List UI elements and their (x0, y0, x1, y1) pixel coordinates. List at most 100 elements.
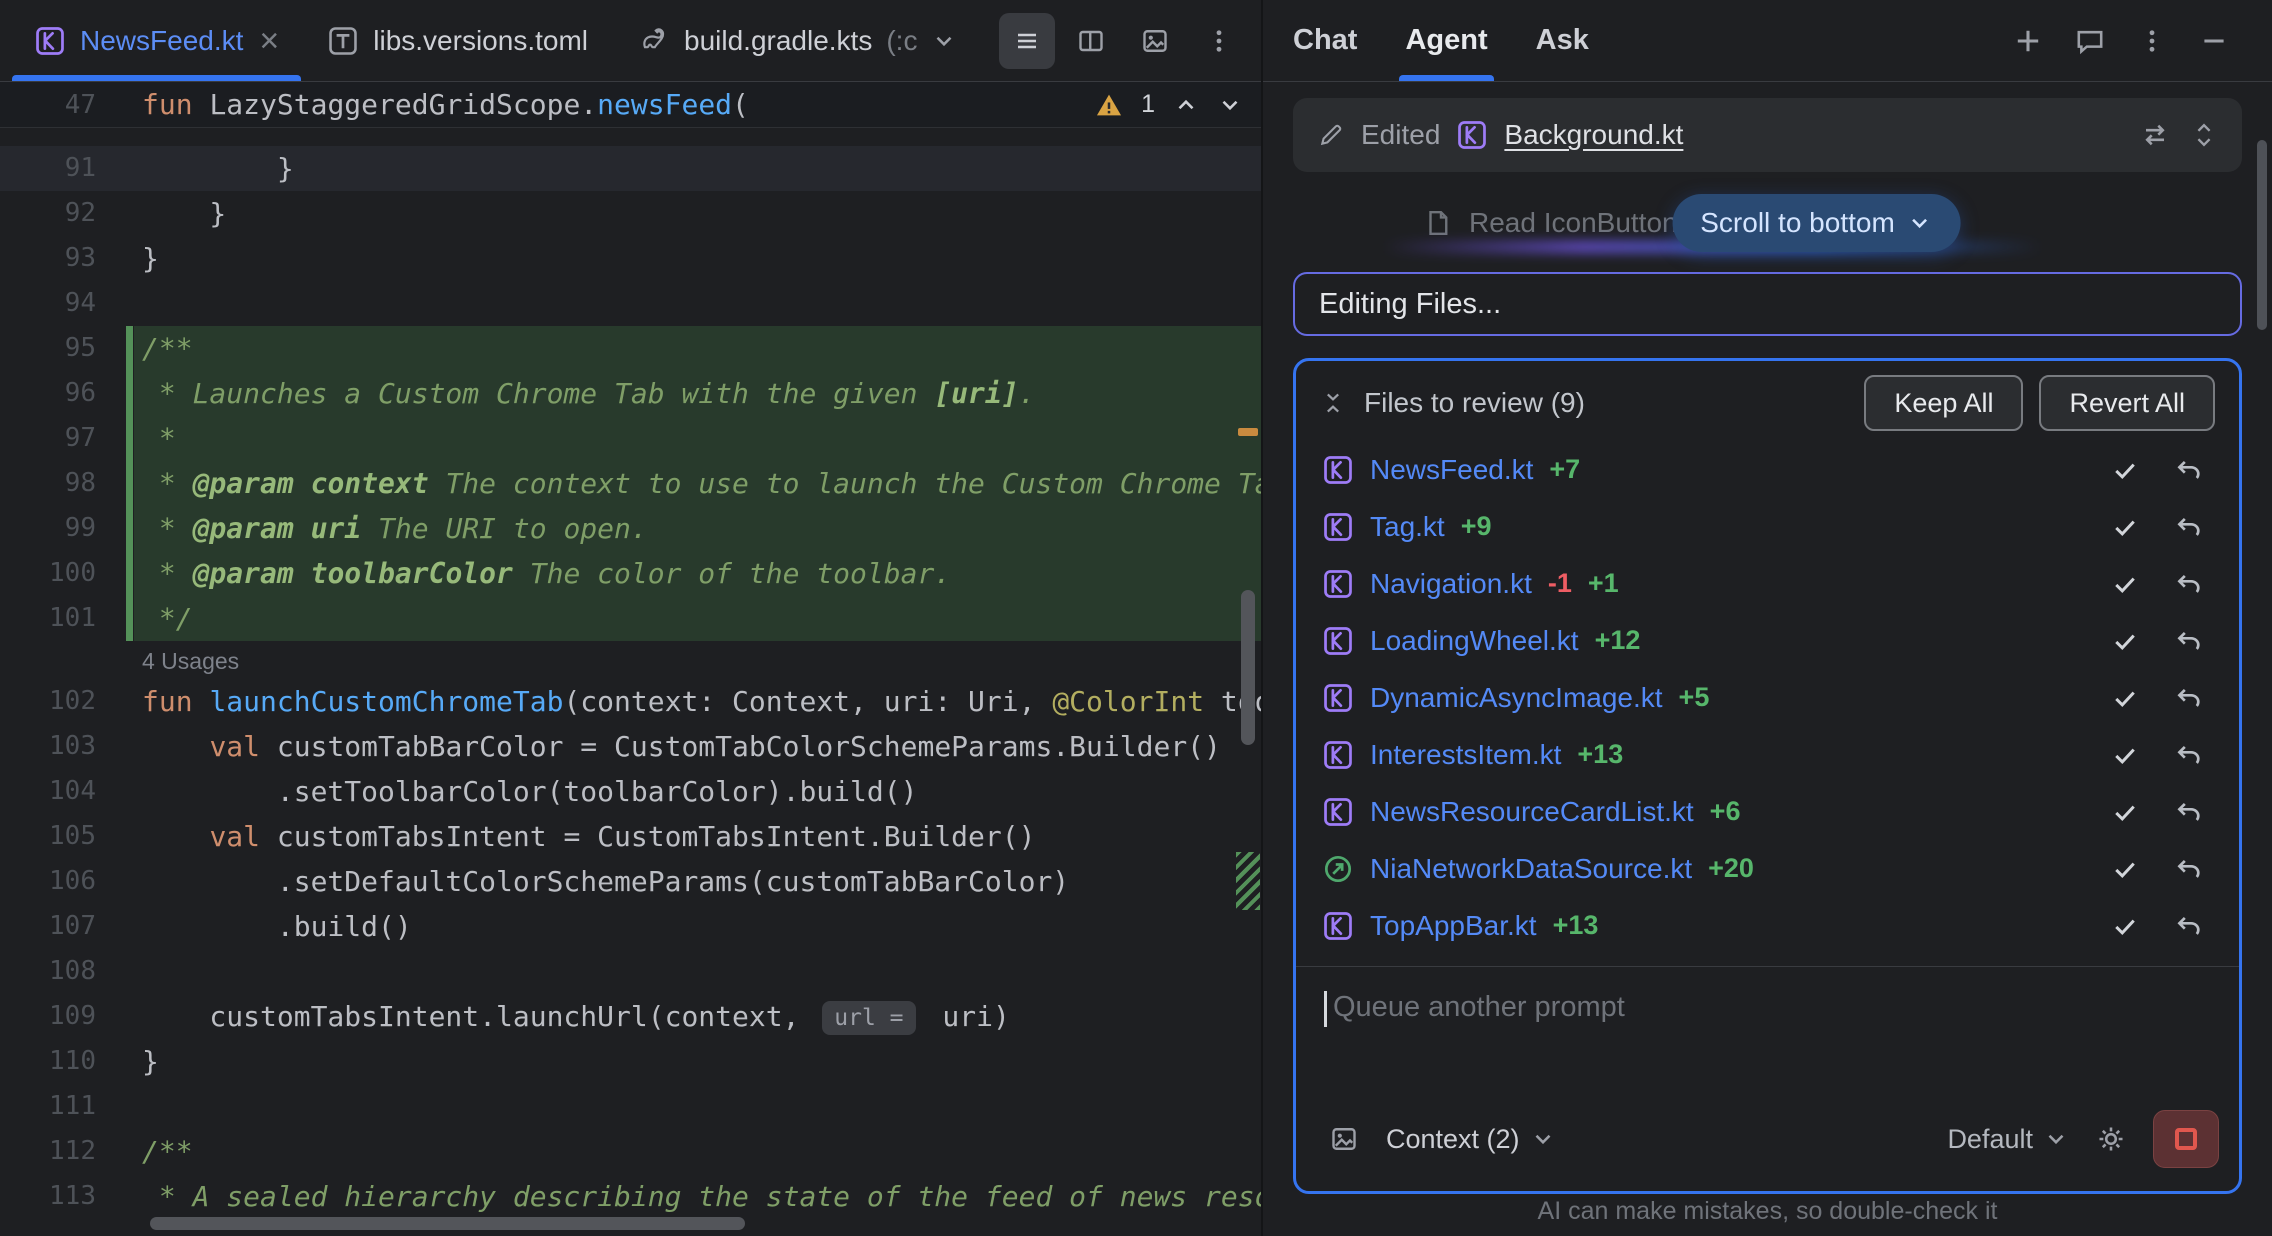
prompt-input[interactable]: Queue another prompt (1296, 967, 2239, 1103)
model-selector[interactable]: Default (1947, 1124, 2069, 1155)
file-link[interactable]: NewsResourceCardList.kt (1370, 796, 1694, 828)
file-row[interactable]: NewsFeed.kt+7 (1302, 441, 2233, 498)
split-editor-icon[interactable] (1063, 13, 1119, 69)
collapse-icon[interactable] (1320, 390, 1346, 416)
revert-file-icon[interactable] (2165, 626, 2213, 656)
file-row[interactable]: DynamicAsyncImage.kt+5 (1302, 669, 2233, 726)
more-vertical-icon[interactable] (2124, 13, 2180, 69)
revert-file-icon[interactable] (2165, 797, 2213, 827)
preview-image-icon[interactable] (1127, 13, 1183, 69)
code-line: 106 .setDefaultColorSchemeParams(customT… (0, 859, 1261, 904)
file-row[interactable]: Tag.kt+9 (1302, 498, 2233, 555)
file-link[interactable]: DynamicAsyncImage.kt (1370, 682, 1663, 714)
code-token: val (209, 820, 276, 853)
editor-horizontal-scrollbar[interactable] (150, 1217, 745, 1230)
line-number: 111 (0, 1084, 96, 1129)
accept-file-icon[interactable] (2101, 911, 2149, 941)
file-row[interactable]: NiaNetworkDataSource.kt+20 (1302, 840, 2233, 897)
review-title: Files to review (9) (1364, 387, 1585, 419)
revert-file-icon[interactable] (2165, 569, 2213, 599)
keep-all-button[interactable]: Keep All (1864, 375, 2023, 431)
code-text: /** (96, 326, 1261, 371)
attach-image-icon[interactable] (1316, 1111, 1372, 1167)
revert-file-icon[interactable] (2165, 854, 2213, 884)
files-review-panel: Files to review (9) Keep All Revert All … (1293, 358, 2242, 1194)
editor-toolbar (999, 0, 1261, 81)
expand-icon[interactable] (2190, 121, 2218, 149)
file-row[interactable]: InterestsItem.kt+13 (1302, 726, 2233, 783)
chat-tab-chat[interactable]: Chat (1293, 0, 1357, 81)
code-token: .build() (142, 910, 412, 943)
file-row[interactable]: Navigation.kt-1+1 (1302, 555, 2233, 612)
accept-file-icon[interactable] (2101, 740, 2149, 770)
ai-disclaimer: AI can make mistakes, so double-check it (1263, 1197, 2272, 1226)
edited-file-row[interactable]: Edited Background.kt (1293, 98, 2242, 172)
accept-file-icon[interactable] (2101, 854, 2149, 884)
code-token: The color of the toolbar. (513, 557, 951, 590)
accept-file-icon[interactable] (2101, 683, 2149, 713)
file-link[interactable]: NewsFeed.kt (1370, 454, 1533, 486)
hamburger-icon[interactable] (999, 13, 1055, 69)
revert-file-icon[interactable] (2165, 911, 2213, 941)
editor-vertical-scrollbar[interactable] (1241, 590, 1255, 745)
file-row[interactable]: TopAppBar.kt+13 (1302, 897, 2233, 954)
accept-file-icon[interactable] (2101, 512, 2149, 542)
file-link[interactable]: Navigation.kt (1370, 568, 1532, 600)
revert-file-icon[interactable] (2165, 740, 2213, 770)
minimize-icon[interactable] (2186, 13, 2242, 69)
code-line: 109 customTabsIntent.launchUrl(context, … (0, 994, 1261, 1039)
code-text: 4 Usages (96, 641, 1261, 679)
edited-file-link[interactable]: Background.kt (1504, 119, 1683, 151)
code-text: val customTabsIntent = CustomTabsIntent.… (96, 814, 1261, 859)
file-row[interactable]: NewsResourceCardList.kt+6 (1302, 783, 2233, 840)
code-token: [uri] (934, 377, 1018, 410)
code-token: . (1019, 377, 1036, 410)
editor-tab-libs-versions-toml[interactable]: libs.versions.toml (303, 0, 612, 81)
editor-tab-newsfeed-kt[interactable]: NewsFeed.kt× (10, 0, 303, 81)
prompt-placeholder: Queue another prompt (1333, 991, 1625, 1024)
context-selector[interactable]: Context (2) (1386, 1124, 1556, 1155)
file-link[interactable]: TopAppBar.kt (1370, 910, 1537, 942)
model-label: Default (1947, 1124, 2033, 1155)
revert-file-icon[interactable] (2165, 512, 2213, 542)
code-token: .setToolbarColor(toolbarColor).build() (142, 775, 917, 808)
revert-all-button[interactable]: Revert All (2039, 375, 2215, 431)
chat-tab-ask[interactable]: Ask (1536, 0, 1589, 81)
editor-code-area[interactable]: 91 }92 }93}9495/**96 * Launches a Custom… (0, 128, 1261, 1236)
revert-file-icon[interactable] (2165, 455, 2213, 485)
tab-dropdown-icon[interactable] (931, 28, 957, 54)
file-link[interactable]: NiaNetworkDataSource.kt (1370, 853, 1692, 885)
editor-tab-build-gradle-kts[interactable]: build.gradle.kts(:c (612, 0, 981, 81)
revert-file-icon[interactable] (2165, 683, 2213, 713)
editor-pane: NewsFeed.kt×libs.versions.tomlbuild.grad… (0, 0, 1263, 1236)
chat-scrollbar[interactable] (2257, 140, 2267, 330)
accept-file-icon[interactable] (2101, 797, 2149, 827)
accept-file-icon[interactable] (2101, 626, 2149, 656)
next-issue-icon[interactable] (1217, 92, 1243, 118)
file-link[interactable]: LoadingWheel.kt (1370, 625, 1579, 657)
code-token: LazyStaggeredGridScope. (209, 88, 597, 121)
accept-file-icon[interactable] (2101, 569, 2149, 599)
file-link[interactable]: InterestsItem.kt (1370, 739, 1561, 771)
settings-gear-icon[interactable] (2083, 1111, 2139, 1167)
more-vertical-icon[interactable] (1191, 13, 1247, 69)
comment-icon[interactable] (2062, 13, 2118, 69)
plus-icon[interactable] (2000, 13, 2056, 69)
text-caret (1324, 991, 1327, 1027)
file-link[interactable]: Tag.kt (1370, 511, 1445, 543)
code-token: fun (142, 88, 209, 121)
stop-button[interactable] (2153, 1110, 2219, 1168)
tab-module-suffix: (:c (886, 25, 917, 57)
code-token: * (142, 422, 176, 455)
scroll-to-bottom-button[interactable]: Scroll to bottom (1672, 194, 1961, 252)
close-tab-icon[interactable]: × (259, 24, 279, 58)
prev-issue-icon[interactable] (1173, 92, 1199, 118)
file-row[interactable]: LoadingWheel.kt+12 (1302, 612, 2233, 669)
code-line: 113 * A sealed hierarchy describing the … (0, 1174, 1261, 1219)
sticky-code-line: 47 fun LazyStaggeredGridScope.newsFeed( … (0, 82, 1261, 128)
diff-icon[interactable] (2140, 120, 2170, 150)
accept-file-icon[interactable] (2101, 455, 2149, 485)
code-text: .build() (96, 904, 1261, 949)
chat-tab-agent[interactable]: Agent (1405, 0, 1487, 81)
code-text: * Launches a Custom Chrome Tab with the … (96, 371, 1261, 416)
